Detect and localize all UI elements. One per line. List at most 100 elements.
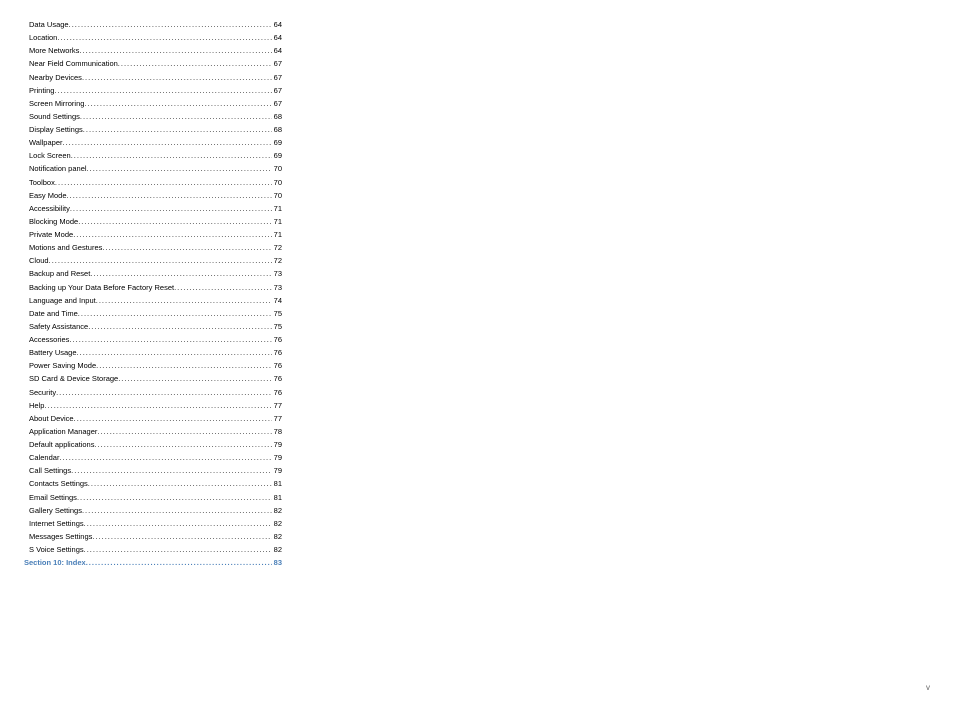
toc-entry[interactable]: Safety Assistance75 [29,320,282,333]
toc-entry[interactable]: More Networks64 [29,44,282,57]
toc-leader [96,359,272,372]
toc-page: 72 [272,241,282,254]
toc-label: More Networks [29,44,79,57]
toc-page: 71 [272,228,282,241]
toc-entry[interactable]: Email Settings81 [29,491,282,504]
toc-label: Data Usage [29,18,69,31]
toc-entry[interactable]: Near Field Communication67 [29,57,282,70]
toc-entry[interactable]: Application Manager78 [29,425,282,438]
toc-page: 76 [272,386,282,399]
toc-entry[interactable]: Motions and Gestures72 [29,241,282,254]
toc-page: 70 [272,189,282,202]
toc-page: 75 [272,320,282,333]
toc-entry[interactable]: Call Settings79 [29,464,282,477]
toc-entry[interactable]: Wallpaper69 [29,136,282,149]
toc-page: 82 [272,504,282,517]
toc-entry[interactable]: Section 10: Index83 [24,556,282,569]
toc-label: Power Saving Mode [29,359,96,372]
toc-entry[interactable]: Contacts Settings81 [29,477,282,490]
toc-leader [77,346,272,359]
toc-entry[interactable]: Accessibility 71 [29,202,282,215]
toc-entry[interactable]: Language and Input74 [29,294,282,307]
toc-entry[interactable]: Screen Mirroring 67 [29,97,282,110]
toc-entry[interactable]: Internet Settings82 [29,517,282,530]
toc-entry[interactable]: Help 77 [29,399,282,412]
toc-leader [71,464,272,477]
toc-page: 67 [272,97,282,110]
toc-page: 77 [272,412,282,425]
toc-label: Calendar [29,451,59,464]
toc-label: Battery Usage [29,346,77,359]
toc-leader [71,149,272,162]
toc-page: 71 [272,202,282,215]
toc-entry[interactable]: Notification panel70 [29,162,282,175]
toc-entry[interactable]: Backing up Your Data Before Factory Rese… [29,281,282,294]
toc-page: 73 [272,281,282,294]
toc-page: 68 [272,110,282,123]
toc-label: Gallery Settings [29,504,82,517]
toc-label: Accessibility [29,202,70,215]
toc-label: Notification panel [29,162,87,175]
toc-label: Near Field Communication [29,57,118,70]
toc-leader [57,31,271,44]
toc-entry[interactable]: Nearby Devices67 [29,71,282,84]
toc-leader [96,294,272,307]
toc-entry[interactable]: Lock Screen69 [29,149,282,162]
toc-leader [49,254,272,267]
toc-page: 75 [272,307,282,320]
toc-leader [102,241,271,254]
toc-entry[interactable]: Accessories 76 [29,333,282,346]
toc-entry[interactable]: SD Card & Device Storage76 [29,372,282,385]
toc-page: 79 [272,464,282,477]
table-of-contents: Data Usage64Location64More Networks64Nea… [24,18,282,569]
toc-entry[interactable]: Power Saving Mode 76 [29,359,282,372]
toc-page: 71 [272,215,282,228]
toc-label: Date and Time [29,307,78,320]
toc-leader [55,176,272,189]
toc-page: 67 [272,84,282,97]
toc-page: 76 [272,333,282,346]
toc-entry[interactable]: Sound Settings68 [29,110,282,123]
toc-entry[interactable]: Gallery Settings 82 [29,504,282,517]
toc-leader [69,333,271,346]
toc-entry[interactable]: Easy Mode70 [29,189,282,202]
toc-entry[interactable]: Private Mode71 [29,228,282,241]
toc-label: Screen Mirroring [29,97,84,110]
toc-entry[interactable]: Cloud72 [29,254,282,267]
toc-label: Nearby Devices [29,71,82,84]
toc-page: 69 [272,136,282,149]
toc-leader [54,84,271,97]
toc-leader [67,189,272,202]
toc-entry[interactable]: Default applications79 [29,438,282,451]
toc-page: 77 [272,399,282,412]
toc-entry[interactable]: Toolbox70 [29,176,282,189]
toc-entry[interactable]: Security76 [29,386,282,399]
toc-leader [94,438,271,451]
toc-entry[interactable]: Backup and Reset73 [29,267,282,280]
toc-label: Backing up Your Data Before Factory Rese… [29,281,174,294]
toc-entry[interactable]: Display Settings68 [29,123,282,136]
toc-entry[interactable]: Printing 67 [29,84,282,97]
toc-entry[interactable]: Date and Time 75 [29,307,282,320]
toc-label: Email Settings [29,491,77,504]
toc-entry[interactable]: Blocking Mode71 [29,215,282,228]
toc-leader [73,228,271,241]
toc-leader [92,530,271,543]
toc-page: 82 [272,543,282,556]
toc-entry[interactable]: Calendar79 [29,451,282,464]
toc-label: Section 10: Index [24,556,86,569]
toc-entry[interactable]: Messages Settings82 [29,530,282,543]
toc-entry[interactable]: Battery Usage76 [29,346,282,359]
toc-entry[interactable]: Location64 [29,31,282,44]
toc-entry[interactable]: About Device77 [29,412,282,425]
toc-leader [79,44,271,57]
toc-page: 76 [272,372,282,385]
toc-entry[interactable]: Data Usage64 [29,18,282,31]
toc-label: Accessories [29,333,69,346]
toc-page: 76 [272,359,282,372]
toc-label: Help [29,399,44,412]
toc-page: 81 [272,477,282,490]
toc-page: 68 [272,123,282,136]
toc-entry[interactable]: S Voice Settings82 [29,543,282,556]
toc-label: Printing [29,84,54,97]
